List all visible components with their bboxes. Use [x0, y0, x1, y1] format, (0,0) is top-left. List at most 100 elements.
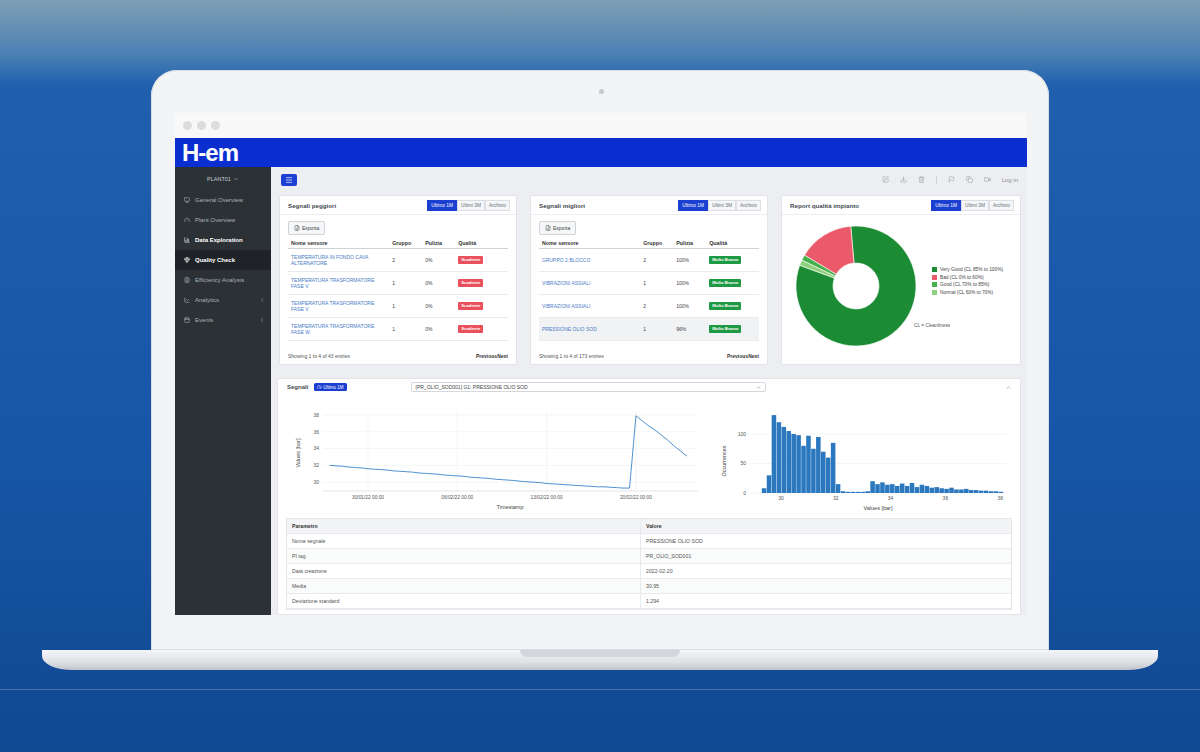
- histogram-bar[interactable]: [910, 483, 915, 493]
- histogram-bar[interactable]: [841, 491, 846, 493]
- export-button[interactable]: Esporta: [539, 221, 576, 235]
- histogram-bar[interactable]: [939, 488, 944, 493]
- histogram-bar[interactable]: [934, 487, 939, 493]
- histogram-bar[interactable]: [999, 492, 1004, 493]
- table-row[interactable]: PRESSIONE OLIO SOD196%Molto Buono: [539, 318, 759, 341]
- histogram-bar[interactable]: [994, 491, 999, 493]
- column-header[interactable]: Pulizia: [422, 238, 455, 249]
- histogram-bar[interactable]: [806, 436, 811, 493]
- pager-link[interactable]: Previous: [727, 353, 748, 359]
- donut-slice[interactable]: [805, 226, 854, 274]
- sidebar-item[interactable]: Quality Check: [175, 250, 271, 270]
- histogram-bar[interactable]: [865, 491, 870, 493]
- sensor-name[interactable]: TEMPERATURA IN FONDO CAVA ALTERNATORE: [288, 249, 389, 272]
- histogram-bar[interactable]: [821, 452, 826, 493]
- histogram-bar[interactable]: [954, 489, 959, 493]
- table-row[interactable]: GRUPPO 2 BLOCCO2100%Molto Buono: [539, 249, 759, 272]
- histogram-bar[interactable]: [885, 485, 890, 493]
- histogram-bar[interactable]: [920, 485, 925, 493]
- period-tab[interactable]: Ultimo 1M: [678, 200, 708, 211]
- table-row[interactable]: TEMPERATURA TRASFORMATORE FASE V10%Scade…: [288, 295, 508, 318]
- table-row[interactable]: TEMPERATURA TRASFORMATORE FASE W10%Scade…: [288, 318, 508, 341]
- window-dot[interactable]: [183, 121, 192, 130]
- column-header[interactable]: Gruppo: [389, 238, 422, 249]
- sidebar-item[interactable]: Analytics: [175, 290, 271, 310]
- histogram-bar[interactable]: [989, 491, 994, 493]
- pager-link[interactable]: Next: [497, 353, 508, 359]
- period-tab[interactable]: Archivio: [485, 200, 510, 211]
- histogram-bar[interactable]: [851, 492, 856, 493]
- copy-icon[interactable]: [966, 176, 973, 183]
- period-tab[interactable]: Ultimi 3M: [708, 200, 736, 211]
- period-tab[interactable]: Archivio: [989, 200, 1014, 211]
- table-row[interactable]: VIBRAZIONI ASSIALI1100%Molto Buono: [539, 272, 759, 295]
- histogram-bar[interactable]: [777, 422, 782, 493]
- period-tab[interactable]: Ultimi 3M: [457, 200, 485, 211]
- sensor-name[interactable]: VIBRAZIONI ASSIALI: [539, 295, 640, 318]
- histogram-bar[interactable]: [930, 488, 935, 493]
- column-header[interactable]: Qualità: [455, 238, 508, 249]
- legend-item[interactable]: Bad (CL 0% to 60%): [932, 275, 1003, 280]
- histogram-bar[interactable]: [816, 437, 821, 493]
- plant-selector[interactable]: PLANT01: [175, 170, 271, 188]
- window-dot[interactable]: [197, 121, 206, 130]
- logo[interactable]: H-em: [182, 141, 238, 165]
- pager-link[interactable]: Next: [748, 353, 759, 359]
- column-header[interactable]: Nome sensore: [288, 238, 389, 249]
- sensor-name[interactable]: TEMPERATURA TRASFORMATORE FASE V: [288, 295, 389, 318]
- sidebar-item[interactable]: Events: [175, 310, 271, 330]
- legend-item[interactable]: Very Good (CL 85% to 100%): [932, 267, 1003, 272]
- video-icon[interactable]: [984, 176, 991, 183]
- histogram-bar[interactable]: [762, 488, 767, 493]
- histogram-bar[interactable]: [791, 434, 796, 493]
- histogram-bar[interactable]: [767, 475, 772, 493]
- sidebar-item[interactable]: Plant Overview: [175, 210, 271, 230]
- edit-icon[interactable]: [882, 176, 889, 183]
- download-icon[interactable]: [900, 176, 907, 183]
- column-header[interactable]: Nome sensore: [539, 238, 640, 249]
- histogram-bar[interactable]: [796, 435, 801, 493]
- table-row[interactable]: TEMPERATURA TRASFORMATORE FASE V10%Scade…: [288, 272, 508, 295]
- histogram-bar[interactable]: [870, 481, 875, 493]
- histogram-bar[interactable]: [895, 486, 900, 493]
- period-tab[interactable]: Ultimo 1M: [931, 200, 961, 211]
- login-link[interactable]: Log in: [1002, 177, 1018, 183]
- sensor-name[interactable]: GRUPPO 2 BLOCCO: [539, 249, 640, 272]
- menu-button[interactable]: [281, 174, 297, 186]
- flag-icon[interactable]: [948, 176, 955, 183]
- histogram-bar[interactable]: [944, 489, 949, 493]
- sidebar-item[interactable]: Data Exploration: [175, 230, 271, 250]
- column-header[interactable]: Gruppo: [640, 238, 673, 249]
- pager-link[interactable]: Previous: [476, 353, 497, 359]
- histogram-bar[interactable]: [964, 489, 969, 493]
- histogram-bar[interactable]: [860, 492, 865, 493]
- collapse-button[interactable]: [1005, 384, 1012, 391]
- histogram-bar[interactable]: [984, 491, 989, 493]
- period-tab[interactable]: Archivio: [736, 200, 761, 211]
- donut-slice[interactable]: [796, 226, 916, 346]
- histogram-bar[interactable]: [782, 427, 787, 493]
- period-tab[interactable]: Ultimo 1M: [427, 200, 457, 211]
- histogram-bar[interactable]: [949, 488, 954, 493]
- signal-select[interactable]: [PR_OLIO_SOD001] G1: PRESSIONE OLIO SOD: [411, 382, 766, 392]
- histogram-bar[interactable]: [900, 484, 905, 493]
- sensor-name[interactable]: TEMPERATURA TRASFORMATORE FASE W: [288, 318, 389, 341]
- sidebar-item[interactable]: Efficiency Analysis: [175, 270, 271, 290]
- legend-item[interactable]: Good (CL 70% to 85%): [932, 282, 1003, 287]
- export-button[interactable]: Esporta: [288, 221, 325, 235]
- histogram-bar[interactable]: [836, 484, 841, 493]
- window-dot[interactable]: [211, 121, 220, 130]
- histogram-bar[interactable]: [772, 415, 777, 493]
- histogram-bar[interactable]: [875, 484, 880, 493]
- sidebar-item[interactable]: General Overview: [175, 190, 271, 210]
- histogram-bar[interactable]: [905, 486, 910, 493]
- sensor-name[interactable]: PRESSIONE OLIO SOD: [539, 318, 640, 341]
- column-header[interactable]: Qualità: [706, 238, 759, 249]
- histogram-bar[interactable]: [915, 487, 920, 493]
- histogram-bar[interactable]: [826, 458, 831, 493]
- histogram-bar[interactable]: [801, 446, 806, 493]
- sensor-name[interactable]: TEMPERATURA TRASFORMATORE FASE V: [288, 272, 389, 295]
- histogram-bar[interactable]: [786, 431, 791, 493]
- histogram-bar[interactable]: [925, 486, 930, 493]
- legend-item[interactable]: Normal (CL 60% to 70%): [932, 290, 1003, 295]
